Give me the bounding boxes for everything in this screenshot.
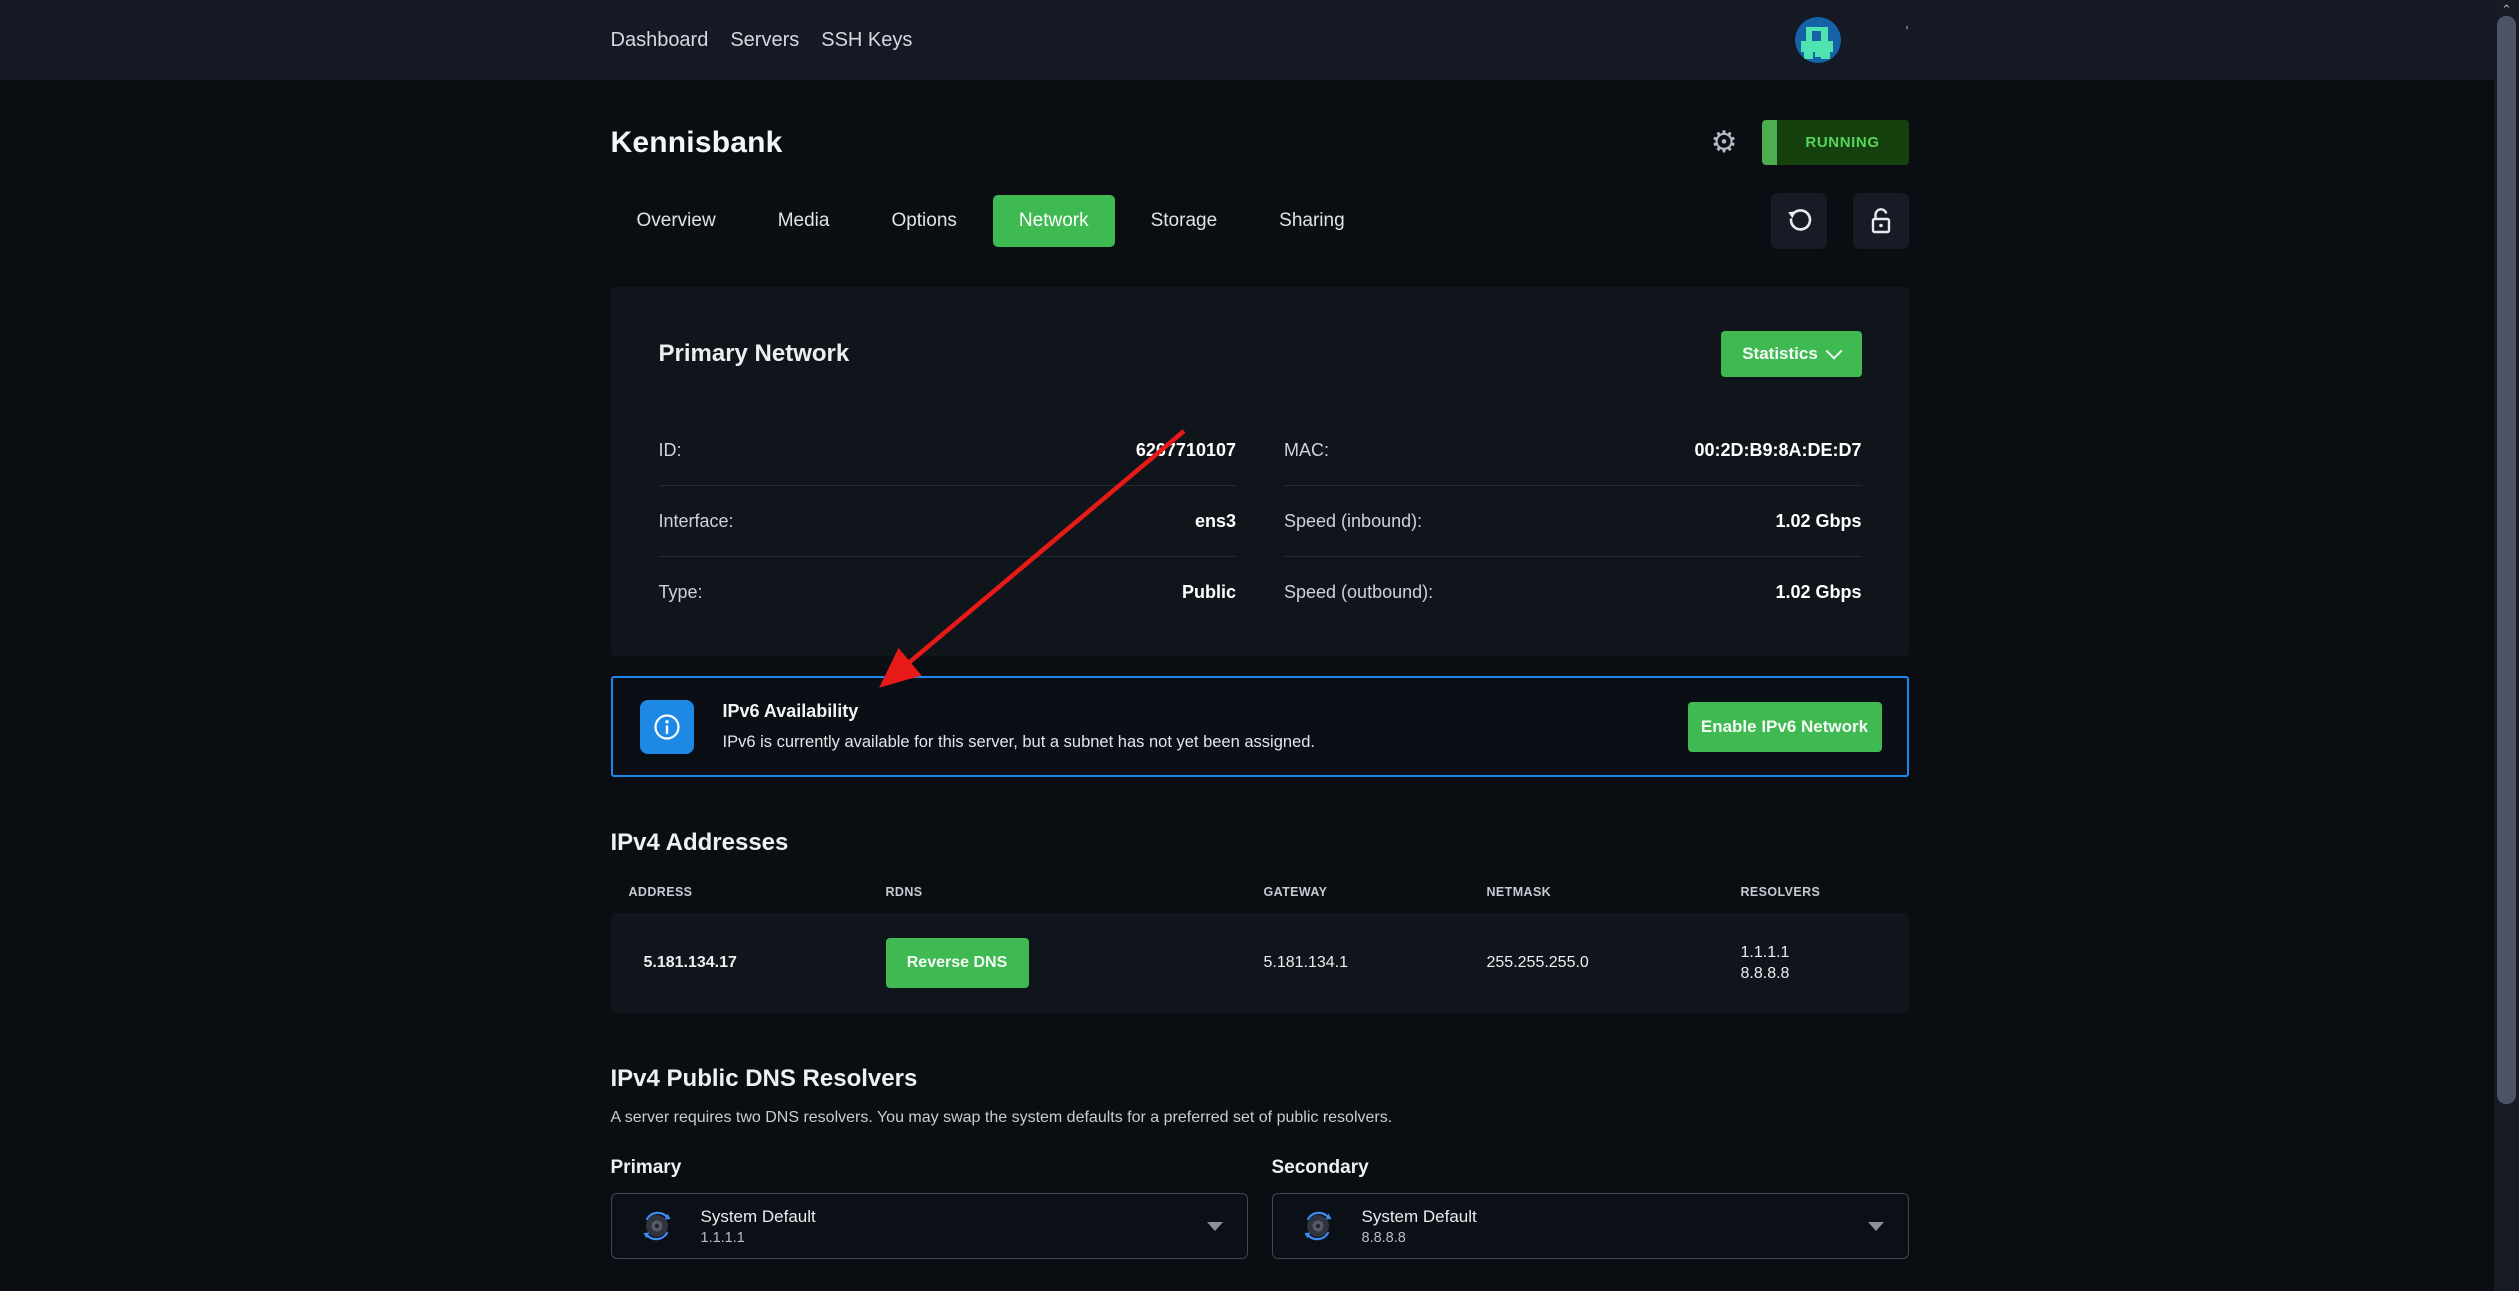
main-nav: Dashboard Servers SSH Keys xyxy=(611,29,913,52)
column-header-rdns: RDNS xyxy=(886,885,1264,899)
user-menu-caret[interactable]: ' xyxy=(1905,24,1908,42)
primary-resolver-group: Primary System Default 1.1.1.1 xyxy=(611,1157,1248,1259)
network-detail-row-mac: MAC: 00:2D:B9:8A:DE:D7 xyxy=(1284,415,1862,486)
detail-label: Speed (inbound): xyxy=(1284,511,1422,532)
tab-bar: Overview Media Options Network Storage S… xyxy=(611,193,1909,249)
system-default-icon xyxy=(1301,1209,1335,1243)
status-badge: RUNNING xyxy=(1762,120,1909,165)
reverse-dns-button[interactable]: Reverse DNS xyxy=(886,938,1029,988)
restart-icon xyxy=(1785,207,1813,235)
status-badge-stripe xyxy=(1762,120,1777,165)
dns-resolvers-description: A server requires two DNS resolvers. You… xyxy=(611,1109,1909,1127)
primary-selected-ip: 1.1.1.1 xyxy=(701,1230,816,1246)
pixel-invader-logo-icon xyxy=(1795,17,1841,63)
detail-value: 00:2D:B9:8A:DE:D7 xyxy=(1694,440,1861,461)
gateway-value: 5.181.134.1 xyxy=(1264,954,1487,972)
tab-network[interactable]: Network xyxy=(993,195,1115,247)
network-detail-row-id: ID: 6267710107 xyxy=(659,415,1237,486)
top-navigation-bar: Dashboard Servers SSH Keys ' xyxy=(0,0,2519,80)
system-default-icon xyxy=(640,1209,674,1243)
detail-value: ens3 xyxy=(1195,511,1236,532)
network-detail-row-speed-inbound: Speed (inbound): 1.02 Gbps xyxy=(1284,486,1862,557)
resolver-line-1: 1.1.1.1 xyxy=(1741,944,1790,961)
tab-options[interactable]: Options xyxy=(865,195,982,247)
tab-storage[interactable]: Storage xyxy=(1125,195,1244,247)
page-title: Kennisbank xyxy=(611,126,783,160)
secondary-selected-ip: 8.8.8.8 xyxy=(1362,1230,1477,1246)
network-detail-row-speed-outbound: Speed (outbound): 1.02 Gbps xyxy=(1284,557,1862,628)
detail-label: Speed (outbound): xyxy=(1284,582,1433,603)
ipv4-addresses-heading: IPv4 Addresses xyxy=(611,829,1909,857)
restart-server-button[interactable] xyxy=(1771,193,1827,249)
primary-resolver-label: Primary xyxy=(611,1157,1248,1179)
resolvers-value: 1.1.1.1 8.8.8.8 xyxy=(1741,942,1909,984)
page-header: Kennisbank ⚙ RUNNING xyxy=(611,120,1909,165)
detail-label: ID: xyxy=(659,440,682,461)
detail-value: 1.02 Gbps xyxy=(1775,582,1861,603)
nav-link-ssh-keys[interactable]: SSH Keys xyxy=(821,29,912,52)
detail-label: MAC: xyxy=(1284,440,1329,461)
nav-link-dashboard[interactable]: Dashboard xyxy=(611,29,709,52)
enable-ipv6-button[interactable]: Enable IPv6 Network xyxy=(1688,702,1882,752)
column-header-gateway: GATEWAY xyxy=(1264,885,1487,899)
lock-server-button[interactable] xyxy=(1853,193,1909,249)
dropdown-caret-icon xyxy=(1868,1222,1884,1231)
chevron-down-icon xyxy=(1825,343,1842,360)
statistics-dropdown-button[interactable]: Statistics xyxy=(1721,331,1862,377)
ipv6-availability-banner: IPv6 Availability IPv6 is currently avai… xyxy=(611,676,1909,777)
detail-value: Public xyxy=(1182,582,1236,603)
column-header-resolvers: RESOLVERS xyxy=(1741,885,1909,899)
column-header-address: ADDRESS xyxy=(629,885,886,899)
netmask-value: 255.255.255.0 xyxy=(1487,954,1741,972)
unlocked-padlock-icon xyxy=(1866,206,1896,236)
secondary-resolver-label: Secondary xyxy=(1272,1157,1909,1179)
secondary-selected-option: System Default xyxy=(1362,1207,1477,1227)
ipv4-table-header: ADDRESS RDNS GATEWAY NETMASK RESOLVERS xyxy=(611,885,1909,899)
tab-sharing[interactable]: Sharing xyxy=(1253,195,1371,247)
ipv6-banner-title: IPv6 Availability xyxy=(723,701,1316,722)
detail-label: Type: xyxy=(659,582,703,603)
primary-network-card: Primary Network Statistics ID: 626771010… xyxy=(611,287,1909,656)
account-avatar[interactable] xyxy=(1795,17,1841,63)
gear-icon[interactable]: ⚙ xyxy=(1711,128,1738,158)
network-details-left-column: ID: 6267710107 Interface: ens3 Type: Pub… xyxy=(659,415,1237,628)
column-header-netmask: NETMASK xyxy=(1487,885,1741,899)
ipv6-banner-message: IPv6 is currently available for this ser… xyxy=(723,733,1316,752)
detail-value: 1.02 Gbps xyxy=(1775,511,1861,532)
ipv4-address-value: 5.181.134.17 xyxy=(629,954,886,972)
primary-selected-option: System Default xyxy=(701,1207,816,1227)
resolver-line-2: 8.8.8.8 xyxy=(1741,965,1790,982)
detail-value: 6267710107 xyxy=(1136,440,1236,461)
secondary-resolver-group: Secondary System Default 8.8.8.8 xyxy=(1272,1157,1909,1259)
secondary-resolver-select[interactable]: System Default 8.8.8.8 xyxy=(1272,1193,1909,1259)
scrollbar-thumb[interactable] xyxy=(2497,16,2516,1104)
nav-link-servers[interactable]: Servers xyxy=(730,29,799,52)
network-detail-row-type: Type: Public xyxy=(659,557,1237,628)
statistics-button-label: Statistics xyxy=(1742,344,1818,364)
primary-resolver-select[interactable]: System Default 1.1.1.1 xyxy=(611,1193,1248,1259)
primary-network-title: Primary Network xyxy=(659,340,850,368)
tab-media[interactable]: Media xyxy=(752,195,856,247)
ipv4-table-row: 5.181.134.17 Reverse DNS 5.181.134.1 255… xyxy=(611,913,1909,1013)
info-icon xyxy=(640,700,694,754)
dropdown-caret-icon xyxy=(1207,1222,1223,1231)
detail-label: Interface: xyxy=(659,511,734,532)
network-detail-row-interface: Interface: ens3 xyxy=(659,486,1237,557)
dns-resolvers-heading: IPv4 Public DNS Resolvers xyxy=(611,1065,1909,1093)
network-details-right-column: MAC: 00:2D:B9:8A:DE:D7 Speed (inbound): … xyxy=(1284,415,1862,628)
page-scrollbar[interactable]: ⌃ xyxy=(2494,0,2519,1291)
tab-overview[interactable]: Overview xyxy=(611,195,742,247)
status-badge-label: RUNNING xyxy=(1777,120,1909,165)
